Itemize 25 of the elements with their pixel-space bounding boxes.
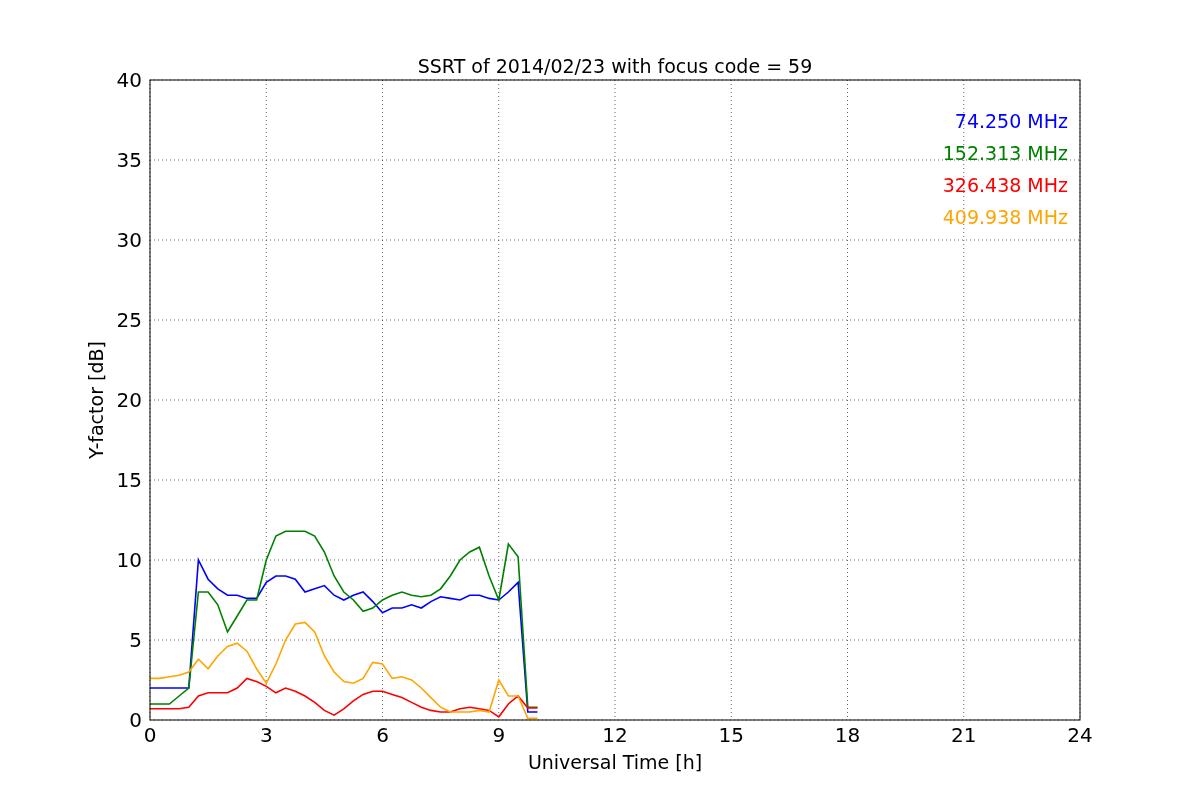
x-tick-label: 18 <box>834 723 861 747</box>
x-tick-label: 21 <box>951 723 977 747</box>
legend-label: 409.938 MHz <box>942 206 1068 228</box>
x-tick-label: 9 <box>492 723 506 747</box>
y-tick-label: 40 <box>116 68 142 92</box>
y-tick-label: 35 <box>116 148 142 172</box>
y-tick-label: 10 <box>116 548 142 572</box>
x-tick-label: 12 <box>602 723 628 747</box>
legend-label: 152.313 MHz <box>942 142 1068 164</box>
y-axis-label: Y-factor [dB] <box>85 341 107 459</box>
y-tick-label: 20 <box>116 388 142 412</box>
x-tick-label: 6 <box>376 723 389 747</box>
x-tick-label: 24 <box>1067 723 1093 747</box>
x-tick-label: 3 <box>259 723 273 747</box>
y-tick-label: 30 <box>116 228 142 252</box>
y-tick-label: 0 <box>129 708 142 732</box>
legend-label: 326.438 MHz <box>942 174 1068 196</box>
y-tick-label: 15 <box>116 468 142 492</box>
chart-title: SSRT of 2014/02/23 with focus code = 59 <box>417 55 813 77</box>
x-axis-label: Universal Time [h] <box>527 751 703 773</box>
x-tick-label: 15 <box>718 723 744 747</box>
y-tick-label: 5 <box>129 628 142 652</box>
legend-label: 74.250 MHz <box>954 110 1068 132</box>
y-tick-label: 25 <box>116 308 142 332</box>
x-tick-label: 0 <box>143 723 157 747</box>
